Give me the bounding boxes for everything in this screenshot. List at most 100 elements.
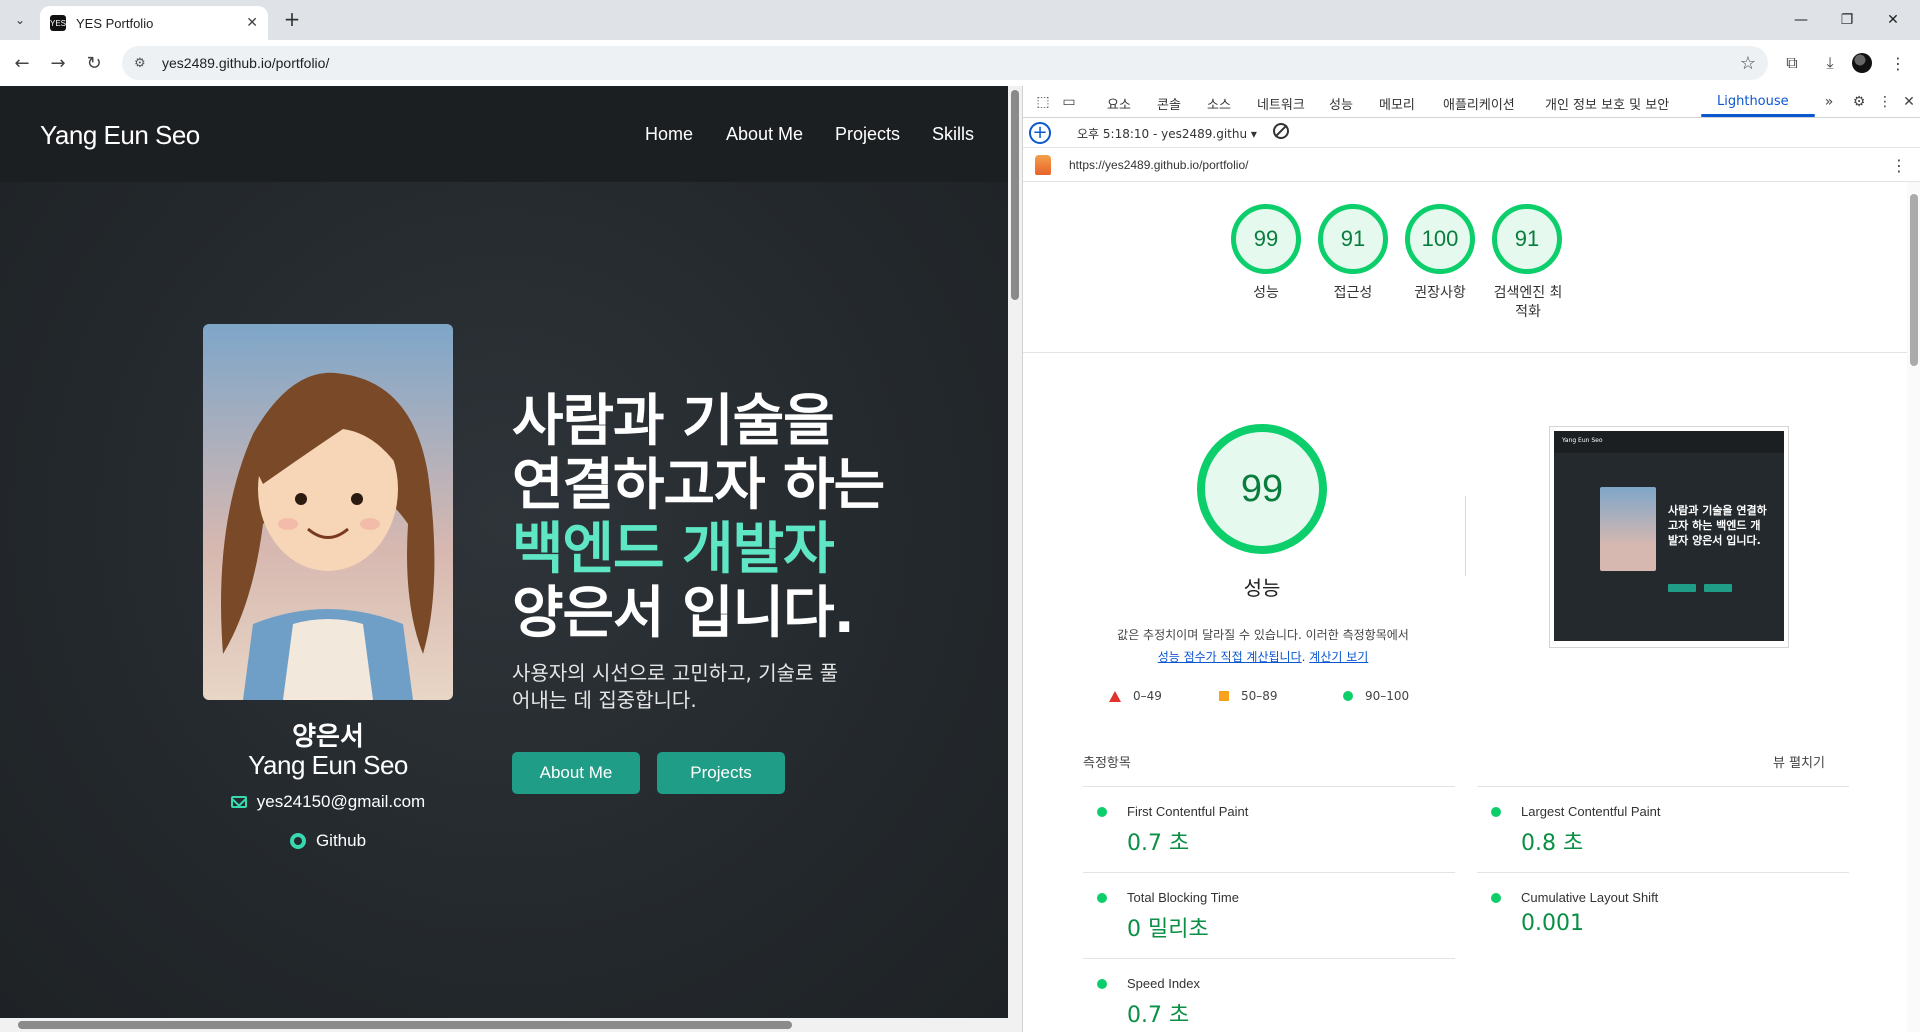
site-header: Yang Eun Seo Home About Me Projects Skil… (0, 86, 1008, 182)
email-contact[interactable]: yes24150@gmail.com (203, 792, 453, 812)
score-gauge-performance[interactable]: 99 성능 (1231, 204, 1301, 303)
gauge-label: 성능 (1253, 285, 1279, 301)
tab-elements[interactable]: 요소 (1107, 94, 1131, 113)
website-viewport: Yang Eun Seo Home About Me Projects Skil… (0, 86, 1008, 1032)
metric-speed-index: Speed Index 0.7 초 (1083, 958, 1455, 1032)
report-selector-text: 오후 5:18:10 - yes2489.githu (1077, 127, 1248, 141)
calculator-link[interactable]: 계산기 보기 (1309, 650, 1368, 664)
metric-name: First Contentful Paint (1127, 804, 1249, 819)
device-toolbar-icon[interactable]: ▭ (1059, 92, 1079, 112)
green-circle-icon (1343, 691, 1353, 701)
metric-name: Largest Contentful Paint (1521, 804, 1661, 819)
red-triangle-icon (1109, 690, 1121, 702)
report-url[interactable]: https://yes2489.github.io/portfolio/ (1069, 158, 1248, 172)
hero-subtitle: 사용자의 시선으로 고민하고, 기술로 풀어내는 데 집중합니다. (512, 661, 839, 712)
hero-heading-line-4: 양은서 입니다. (512, 581, 855, 646)
new-report-plus-icon[interactable]: + (1029, 122, 1051, 144)
hero-heading-accent: 백엔드 개발자 (512, 517, 835, 582)
final-screenshot-thumbnail[interactable]: Yang Eun Seo 사람과 기술을 연결하고자 하는 백엔드 개발자 양은… (1549, 426, 1789, 648)
page-vertical-scrollbar[interactable] (1008, 86, 1022, 1032)
tab-network[interactable]: 네트워크 (1257, 94, 1305, 113)
minimize-icon[interactable]: — (1778, 0, 1824, 40)
projects-button[interactable]: Projects (657, 752, 785, 794)
tab-search-chevron-icon[interactable]: ⌄ (8, 8, 32, 32)
mail-icon (230, 796, 247, 808)
expand-view-toggle[interactable]: 뷰 펼치기 (1773, 752, 1825, 771)
site-info-icon[interactable]: ⚙ (134, 56, 152, 71)
inspect-element-icon[interactable]: ⬚ (1033, 92, 1053, 112)
thumbnail-button (1704, 584, 1732, 592)
thumbnail-hero-text: 사람과 기술을 연결하고자 하는 백엔드 개발자 양은서 입니다. (1668, 504, 1767, 547)
thumbnail-button (1668, 584, 1696, 592)
tab-console[interactable]: 콘솔 (1157, 94, 1181, 113)
performance-description: 값은 추정치이며 달라질 수 있습니다. 이러한 측정항목에서 성능 점수가 직… (1063, 624, 1463, 668)
reload-icon[interactable]: ↻ (78, 47, 110, 79)
tab-title: YES Portfolio (76, 15, 154, 31)
legend-fail: 0–49 (1109, 689, 1162, 703)
score-gauge-accessibility[interactable]: 91 접근성 (1318, 204, 1388, 303)
extensions-puzzle-icon[interactable]: ⧉ (1776, 47, 1808, 79)
nav-skills[interactable]: Skills (932, 124, 974, 145)
bookmark-star-icon[interactable]: ☆ (1740, 53, 1756, 74)
performance-score-gauge: 99 (1197, 424, 1327, 554)
window-close-icon[interactable]: ✕ (1870, 0, 1916, 40)
close-devtools-icon[interactable]: ✕ (1899, 92, 1919, 112)
pass-dot-icon (1491, 807, 1501, 817)
tab-performance[interactable]: 성능 (1329, 94, 1353, 113)
gauge-ring: 91 (1492, 204, 1562, 274)
performance-label: 성능 (1243, 576, 1281, 600)
metric-tbt: Total Blocking Time 0 밀리초 (1083, 872, 1455, 958)
score-gauge-best-practices[interactable]: 100 권장사항 (1405, 204, 1475, 303)
report-selector[interactable]: 오후 5:18:10 - yes2489.githu ▾ (1077, 125, 1257, 142)
legend-average: 50–89 (1219, 689, 1278, 703)
devtools-menu-kebab-icon[interactable]: ⋮ (1875, 92, 1895, 112)
forward-arrow-icon[interactable]: → (42, 47, 74, 79)
metric-value: 0.001 (1521, 911, 1584, 936)
tab-lighthouse[interactable]: Lighthouse (1717, 94, 1789, 109)
pass-dot-icon (1097, 979, 1107, 989)
active-tab-indicator (1701, 114, 1815, 117)
devtools-tab-bar: ⬚ ▭ 요소 콘솔 소스 네트워크 성능 메모리 애플리케이션 개인 정보 보호… (1023, 86, 1920, 118)
pass-dot-icon (1097, 807, 1107, 817)
metric-name: Total Blocking Time (1127, 890, 1239, 905)
nav-about-me[interactable]: About Me (726, 124, 803, 145)
tab-memory[interactable]: 메모리 (1379, 94, 1415, 113)
legend-pass: 90–100 (1343, 689, 1409, 703)
tab-sources[interactable]: 소스 (1207, 94, 1231, 113)
restore-icon[interactable]: ❐ (1824, 0, 1870, 40)
site-brand[interactable]: Yang Eun Seo (40, 120, 200, 151)
new-tab-plus-icon[interactable]: + (280, 8, 304, 32)
hero-heading-line-2: 연결하고자 하는 (512, 453, 885, 518)
settings-gear-icon[interactable]: ⚙ (1849, 92, 1869, 112)
report-menu-kebab-icon[interactable]: ⋮ (1891, 156, 1907, 175)
close-tab-icon[interactable]: ✕ (246, 15, 258, 31)
thumbnail-brand: Yang Eun Seo (1562, 437, 1603, 444)
tab-application[interactable]: 애플리케이션 (1443, 94, 1515, 113)
score-calculation-link[interactable]: 성능 점수가 직접 계산됩니다 (1158, 650, 1302, 664)
tab-privacy-security[interactable]: 개인 정보 보호 및 보안 (1545, 94, 1669, 113)
profile-illustration (203, 324, 453, 700)
gauge-label: 접근성 (1333, 285, 1373, 301)
score-gauge-seo[interactable]: 91 검색엔진 최적화 (1492, 204, 1564, 322)
address-bar[interactable]: ⚙ yes2489.github.io/portfolio/ ☆ (122, 46, 1768, 80)
profile-avatar[interactable] (1846, 47, 1878, 79)
hero-heading-line-1: 사람과 기술을 (512, 389, 835, 454)
about-me-button[interactable]: About Me (512, 752, 640, 794)
gauge-ring: 99 (1231, 204, 1301, 274)
back-arrow-icon[interactable]: ← (6, 47, 38, 79)
clear-reports-icon[interactable] (1273, 123, 1289, 139)
metrics-heading: 측정항목 (1083, 756, 1131, 771)
browser-menu-kebab-icon[interactable]: ⋮ (1882, 47, 1914, 79)
more-tabs-chevron-icon[interactable]: » (1819, 92, 1839, 112)
nav-home[interactable]: Home (645, 124, 693, 145)
gauge-ring: 100 (1405, 204, 1475, 274)
nav-projects[interactable]: Projects (835, 124, 900, 145)
page-horizontal-scrollbar[interactable] (0, 1018, 1008, 1032)
download-icon[interactable]: ⤓ (1814, 47, 1846, 79)
metric-value: 0.7 초 (1127, 831, 1190, 856)
github-link[interactable]: Github (203, 831, 453, 851)
browser-tab[interactable]: YES YES Portfolio ✕ (40, 6, 268, 40)
vertical-separator (1465, 496, 1466, 576)
devtools-vertical-scrollbar[interactable] (1907, 182, 1920, 1032)
address-url[interactable]: yes2489.github.io/portfolio/ (162, 55, 1740, 71)
